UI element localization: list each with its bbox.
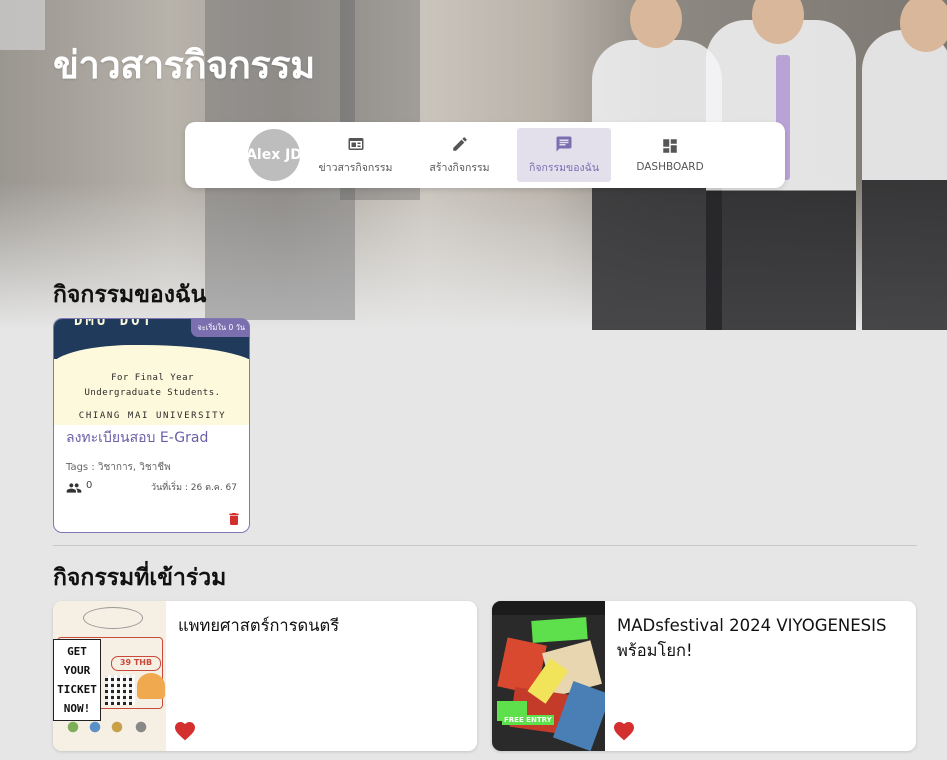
page-title: ข่าวสารกิจกรรม xyxy=(53,43,315,87)
activity-title[interactable]: แพทยศาสตร์การดนตรี xyxy=(178,613,468,638)
joined-activity-card[interactable]: GET YOUR TICKET NOW! 39 THB แพทยศาสตร์กา… xyxy=(53,601,477,751)
nav-news[interactable]: ข่าวสารกิจกรรม xyxy=(313,128,398,182)
nav-create-activity-label: สร้างกิจกรรม xyxy=(429,161,490,174)
pencil-icon xyxy=(452,136,467,151)
poster-line: Undergraduate Students. xyxy=(84,388,221,398)
dashboard-icon xyxy=(663,139,677,153)
delete-icon[interactable] xyxy=(226,510,242,528)
avatar[interactable]: Alex JD xyxy=(248,129,300,181)
my-activity-card[interactable]: DMU DOT For Final Year Undergraduate Stu… xyxy=(53,318,250,533)
joined-activities-heading: กิจกรรมที่เข้าร่วม xyxy=(53,565,227,591)
activity-title[interactable]: MADsfestival 2024 VIYOGENESIS พร้อมโยก! xyxy=(617,613,907,663)
chat-icon xyxy=(556,136,572,151)
heart-icon[interactable] xyxy=(612,719,636,741)
main-navigation: Alex JD ข่าวสารกิจกรรม สร้างกิจกรรม กิจก… xyxy=(185,122,785,188)
nav-news-label: ข่าวสารกิจกรรม xyxy=(318,161,393,174)
poster-free-entry: FREE ENTRY xyxy=(502,715,554,725)
poster-ticket-text: GET YOUR TICKET NOW! xyxy=(53,639,101,721)
section-divider xyxy=(53,545,917,546)
newspaper-icon xyxy=(348,137,363,150)
nav-create-activity[interactable]: สร้างกิจกรรม xyxy=(417,128,502,182)
joined-activity-card[interactable]: FREE ENTRY MADsfestival 2024 VIYOGENESIS… xyxy=(492,601,916,751)
activity-tags: Tags : วิชาการ, วิชาชีพ xyxy=(66,462,171,473)
activity-poster-image: FREE ENTRY xyxy=(492,601,605,751)
poster-line: For Final Year xyxy=(111,373,194,383)
activity-poster-image: GET YOUR TICKET NOW! 39 THB xyxy=(53,601,166,751)
heart-icon[interactable] xyxy=(173,719,197,741)
my-activities-heading: กิจกรรมของฉัน xyxy=(53,282,207,308)
nav-my-activities[interactable]: กิจกรรมของฉัน xyxy=(517,128,611,182)
nav-my-activities-label: กิจกรรมของฉัน xyxy=(528,161,599,174)
poster-line: CHIANG MAI UNIVERSITY xyxy=(78,411,227,421)
nav-dashboard[interactable]: DASHBOARD xyxy=(625,128,715,182)
participant-count: 0 xyxy=(86,480,93,491)
nav-dashboard-label: DASHBOARD xyxy=(636,161,704,173)
status-badge: จะเริ่มใน 0 วัน xyxy=(191,319,249,337)
poster-price: 39 THB xyxy=(111,656,161,671)
start-date: วันที่เริ่ม : 26 ต.ค. 67 xyxy=(151,483,237,493)
activity-title[interactable]: ลงทะเบียนสอบ E-Grad xyxy=(66,427,208,449)
people-icon xyxy=(66,483,82,493)
